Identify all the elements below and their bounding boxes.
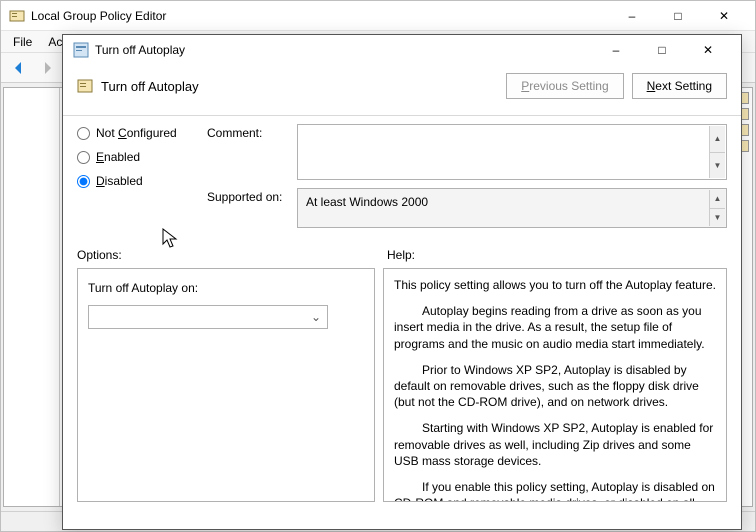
menu-file[interactable]: File bbox=[5, 33, 40, 51]
chevron-down-icon: ⌄ bbox=[311, 310, 321, 324]
radio-enabled[interactable]: Enabled bbox=[77, 150, 207, 164]
comment-textarea[interactable]: ▲ ▼ bbox=[297, 124, 727, 180]
next-setting-label: ext Setting bbox=[655, 79, 712, 93]
parent-tree-panel[interactable] bbox=[4, 88, 60, 506]
spin-up-icon[interactable]: ▲ bbox=[709, 126, 725, 153]
comment-row: Comment: ▲ ▼ bbox=[207, 124, 727, 180]
help-label: Help: bbox=[387, 248, 415, 262]
radio-disabled-input[interactable] bbox=[77, 175, 90, 188]
policy-setting-icon bbox=[77, 78, 93, 94]
previous-setting-label: revious Setting bbox=[529, 79, 608, 93]
help-paragraph: Prior to Windows XP SP2, Autoplay is dis… bbox=[394, 362, 716, 411]
radio-enabled-input[interactable] bbox=[77, 151, 90, 164]
panel-labels-row: Options: Help: bbox=[63, 242, 741, 264]
autoplay-target-select[interactable]: ⌄ bbox=[88, 305, 328, 329]
parent-maximize-button[interactable]: □ bbox=[655, 1, 701, 31]
option-field-label: Turn off Autoplay on: bbox=[88, 281, 364, 295]
supported-on-box: At least Windows 2000 ▲ ▼ bbox=[297, 188, 727, 228]
supported-on-value: At least Windows 2000 bbox=[306, 195, 428, 209]
supported-row: Supported on: At least Windows 2000 ▲ ▼ bbox=[207, 188, 727, 228]
gpedit-icon bbox=[9, 8, 25, 24]
previous-setting-button[interactable]: Previous Setting bbox=[506, 73, 623, 99]
comment-label: Comment: bbox=[207, 124, 297, 180]
help-paragraph: Starting with Windows XP SP2, Autoplay i… bbox=[394, 420, 716, 469]
radio-not-configured[interactable]: Not Configured bbox=[77, 126, 207, 140]
dialog-close-button[interactable]: ✕ bbox=[685, 36, 731, 64]
dialog-title-text: Turn off Autoplay bbox=[95, 43, 593, 57]
parent-minimize-button[interactable]: – bbox=[609, 1, 655, 31]
help-panel[interactable]: This policy setting allows you to turn o… bbox=[383, 268, 727, 502]
dialog-maximize-button[interactable]: □ bbox=[639, 36, 685, 64]
toolbar-forward-button[interactable] bbox=[35, 56, 59, 80]
radio-disabled[interactable]: Disabled bbox=[77, 174, 207, 188]
spin-up-icon[interactable]: ▲ bbox=[709, 190, 725, 209]
supported-label: Supported on: bbox=[207, 188, 297, 228]
setting-title-text: Turn off Autoplay bbox=[101, 79, 498, 94]
policy-setting-icon bbox=[73, 42, 89, 58]
parent-title-text: Local Group Policy Editor bbox=[31, 9, 609, 23]
spin-down-icon[interactable]: ▼ bbox=[709, 153, 725, 179]
help-paragraph: If you enable this policy setting, Autop… bbox=[394, 479, 716, 502]
meta-column: Comment: ▲ ▼ Supported on: At least Wind… bbox=[207, 124, 727, 236]
help-paragraph: Autoplay begins reading from a drive as … bbox=[394, 303, 716, 352]
radio-column: Not Configured Enabled Disabled bbox=[77, 124, 207, 236]
parent-titlebar: Local Group Policy Editor – □ ✕ bbox=[1, 1, 755, 31]
supported-spin[interactable]: ▲ ▼ bbox=[709, 190, 725, 226]
parent-close-button[interactable]: ✕ bbox=[701, 1, 747, 31]
help-paragraph: This policy setting allows you to turn o… bbox=[394, 277, 716, 293]
dialog-minimize-button[interactable]: – bbox=[593, 36, 639, 64]
comment-spin[interactable]: ▲ ▼ bbox=[709, 126, 725, 178]
dialog-titlebar[interactable]: Turn off Autoplay – □ ✕ bbox=[63, 35, 741, 65]
policy-setting-dialog: Turn off Autoplay – □ ✕ Turn off Autopla… bbox=[62, 34, 742, 530]
next-setting-button[interactable]: Next Setting bbox=[632, 73, 727, 99]
options-label: Options: bbox=[77, 248, 387, 262]
panels-row: Turn off Autoplay on: ⌄ This policy sett… bbox=[63, 264, 741, 510]
options-panel: Turn off Autoplay on: ⌄ bbox=[77, 268, 375, 502]
dialog-config-area: Not Configured Enabled Disabled Comment:… bbox=[63, 116, 741, 242]
radio-not-configured-input[interactable] bbox=[77, 127, 90, 140]
spin-down-icon[interactable]: ▼ bbox=[709, 209, 725, 227]
toolbar-back-button[interactable] bbox=[7, 56, 31, 80]
dialog-header: Turn off Autoplay Previous Setting Next … bbox=[63, 65, 741, 116]
